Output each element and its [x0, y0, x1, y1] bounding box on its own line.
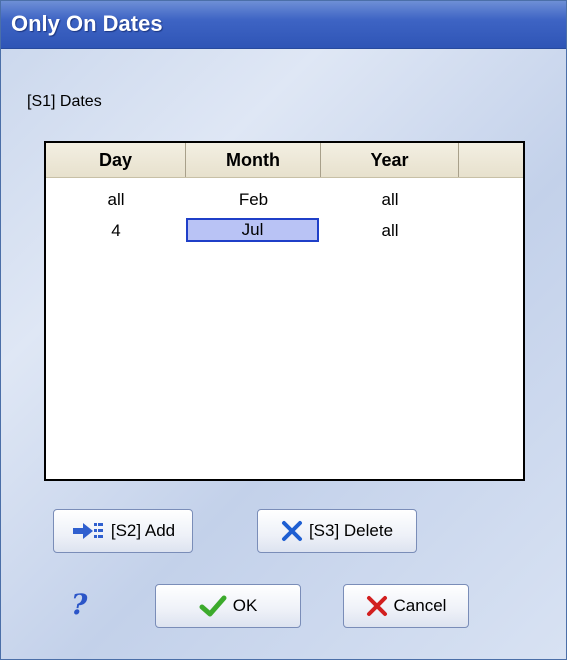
add-button-label: [S2] Add — [110, 521, 176, 540]
cell-month[interactable]: Feb — [186, 185, 321, 215]
cell-month-selected[interactable]: Jul — [186, 216, 321, 246]
column-header-year[interactable]: Year — [321, 143, 459, 177]
title-bar[interactable]: Only On Dates — [1, 1, 566, 49]
window-title: Only On Dates — [11, 11, 163, 36]
column-header-filler — [459, 143, 523, 177]
grid-row[interactable]: all Feb all — [46, 185, 523, 215]
ok-button-label: OK — [232, 596, 258, 615]
dialog-window: Only On Dates [S1] Dates Day Month Year … — [0, 0, 567, 660]
cell-day[interactable]: 4 — [46, 216, 186, 246]
column-header-day[interactable]: Day — [46, 143, 186, 177]
help-question-icon[interactable]: ? — [71, 588, 95, 621]
column-header-month[interactable]: Month — [186, 143, 321, 177]
cell-year[interactable]: all — [321, 185, 459, 215]
ok-button[interactable]: OK — [155, 584, 301, 628]
delete-button-label: [S3] Delete — [308, 521, 394, 540]
cancel-x-icon — [366, 595, 388, 617]
add-arrow-icon — [71, 519, 105, 543]
dates-group-label: [S1] Dates — [27, 93, 102, 110]
cell-day[interactable]: all — [46, 185, 186, 215]
cancel-button[interactable]: Cancel — [343, 584, 469, 628]
grid-header: Day Month Year — [46, 143, 523, 178]
delete-x-icon — [281, 520, 303, 542]
selected-cell-editor[interactable]: Jul — [186, 218, 319, 242]
checkmark-icon — [199, 594, 227, 618]
delete-button[interactable]: [S3] Delete — [257, 509, 417, 553]
cancel-button-label: Cancel — [393, 596, 447, 615]
grid-row[interactable]: 4 Jul all — [46, 216, 523, 246]
dates-grid[interactable]: Day Month Year all Feb all 4 Jul all — [44, 141, 525, 481]
cell-year[interactable]: all — [321, 216, 459, 246]
add-button[interactable]: [S2] Add — [53, 509, 193, 553]
